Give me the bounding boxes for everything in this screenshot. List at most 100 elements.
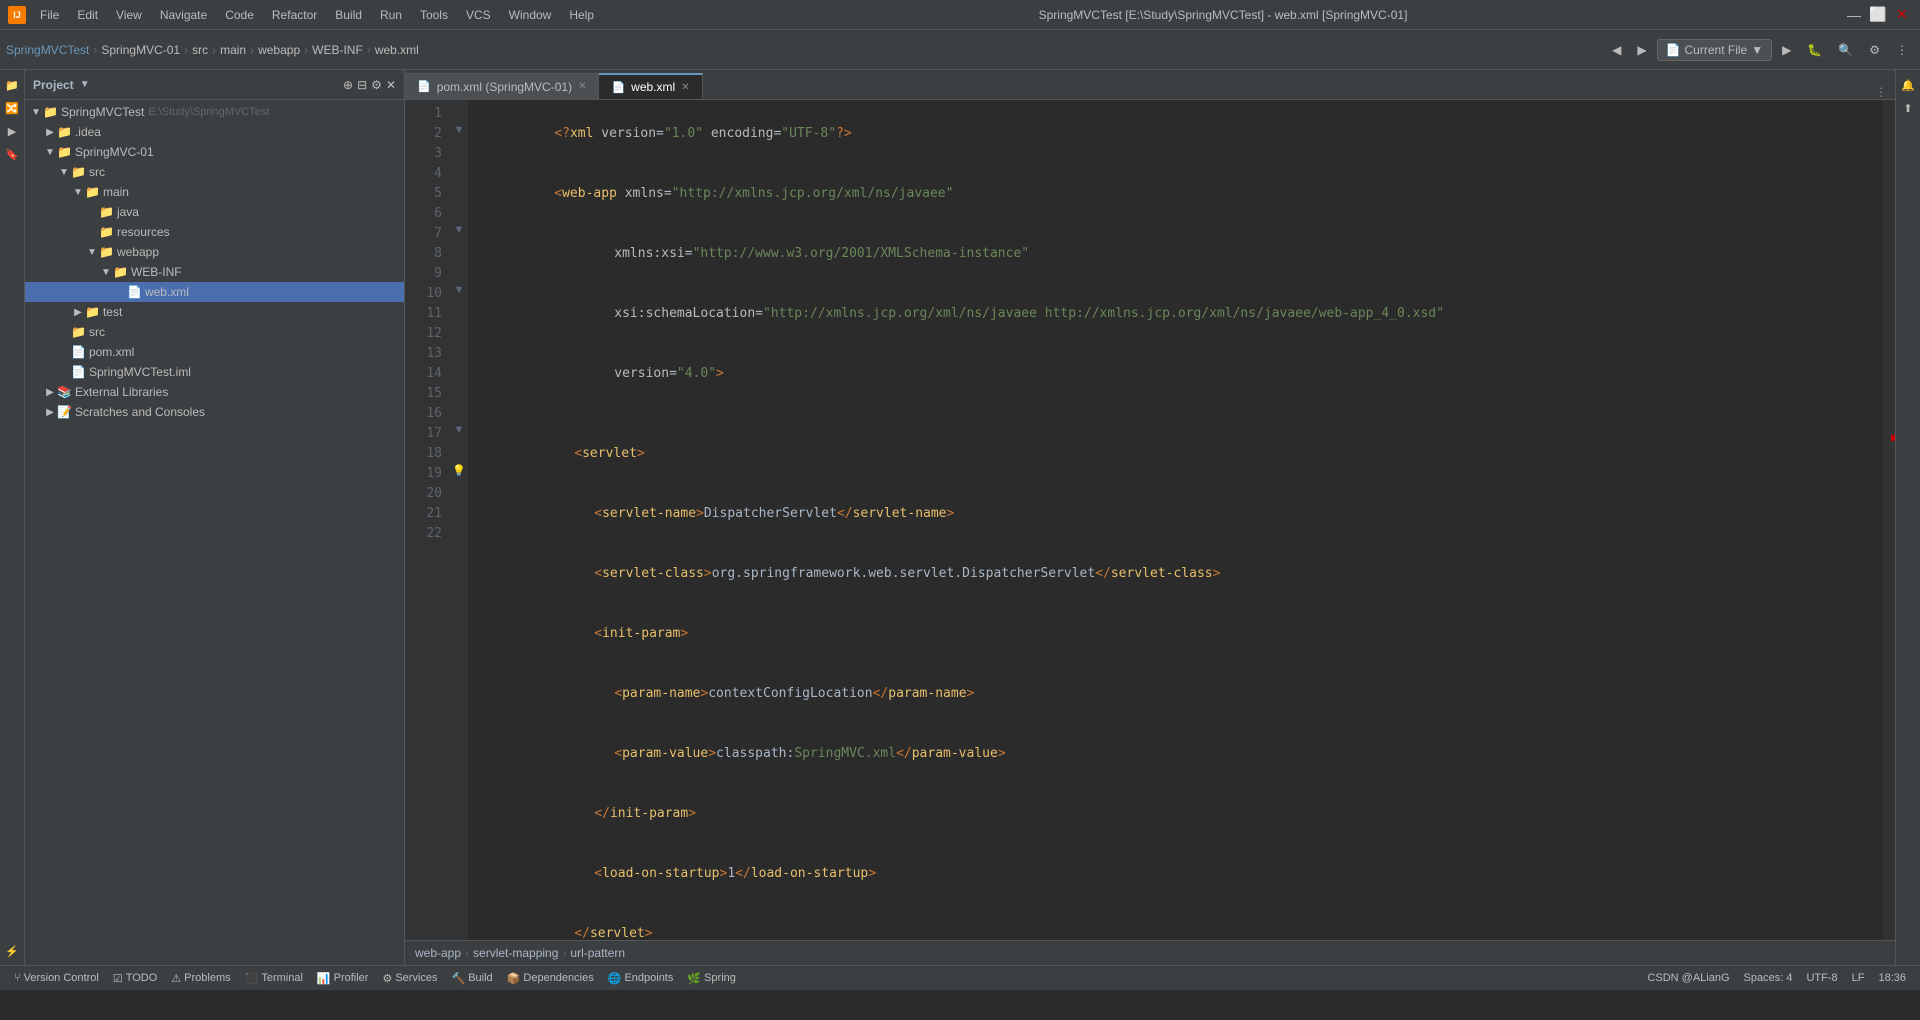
activity-run-icon[interactable]: ▶ — [2, 121, 22, 141]
tree-item-resources[interactable]: 📁 resources — [25, 222, 404, 242]
menu-view[interactable]: View — [108, 6, 150, 24]
menu-edit[interactable]: Edit — [69, 6, 106, 24]
status-profiler[interactable]: 📊 Profiler — [311, 966, 375, 990]
menu-refactor[interactable]: Refactor — [264, 6, 325, 24]
time-label: 18:36 — [1878, 972, 1906, 984]
current-file-chevron-icon: ▼ — [1751, 43, 1763, 57]
status-terminal[interactable]: ⬛ Terminal — [239, 966, 309, 990]
maximize-button[interactable]: ⬜ — [1868, 5, 1888, 25]
editor-content[interactable]: 1 2 3 4 5 6 7 8 9 10 11 12 13 14 15 16 1… — [405, 100, 1895, 940]
tab-more-icon[interactable]: ⋮ — [1875, 85, 1887, 99]
status-problems[interactable]: ⚠ Problems — [165, 966, 236, 990]
tree-item-pomxml[interactable]: 📄 pom.xml — [25, 342, 404, 362]
status-spaces[interactable]: Spaces: 4 — [1738, 966, 1799, 990]
breadcrumb-project[interactable]: SpringMVCTest — [6, 43, 89, 57]
status-time[interactable]: 18:36 — [1872, 966, 1912, 990]
project-settings-icon[interactable]: ⚙ — [371, 78, 382, 92]
tree-item-src[interactable]: ▼ 📁 src — [25, 162, 404, 182]
fold-icon-line10[interactable]: ▼ — [454, 284, 465, 296]
status-line-ending[interactable]: LF — [1846, 966, 1871, 990]
more-button[interactable]: ⋮ — [1890, 41, 1914, 59]
breadcrumb-webapp[interactable]: webapp — [258, 43, 300, 57]
breadcrumb-servlet-mapping[interactable]: servlet-mapping — [473, 946, 558, 960]
status-services[interactable]: ⚙ Services — [376, 966, 443, 990]
window-controls: — ⬜ ✕ — [1844, 5, 1912, 25]
menu-navigate[interactable]: Navigate — [152, 6, 215, 24]
menu-code[interactable]: Code — [217, 6, 262, 24]
breadcrumb-webap[interactable]: web-app — [415, 946, 461, 960]
back-button[interactable]: ◀ — [1606, 41, 1627, 59]
build-icon: 🔨 — [452, 972, 466, 985]
run-button[interactable]: ▶ — [1776, 41, 1797, 59]
menu-tools[interactable]: Tools — [412, 6, 456, 24]
tree-item-webxml[interactable]: 📄 web.xml — [25, 282, 404, 302]
menu-file[interactable]: File — [32, 6, 67, 24]
status-encoding[interactable]: UTF-8 — [1800, 966, 1843, 990]
status-dependencies[interactable]: 📦 Dependencies — [501, 966, 600, 990]
tab-pomxml-close[interactable]: ✕ — [578, 81, 586, 92]
fold-icon-line2[interactable]: ▼ — [454, 124, 465, 136]
right-git-icon[interactable]: ⬆ — [1898, 98, 1918, 118]
debug-button[interactable]: 🐛 — [1801, 41, 1828, 59]
locate-file-icon[interactable]: ⊕ — [343, 78, 353, 92]
tree-item-module[interactable]: ▼ 📁 SpringMVC-01 — [25, 142, 404, 162]
menu-run[interactable]: Run — [372, 6, 410, 24]
tree-item-iml[interactable]: 📄 SpringMVCTest.iml — [25, 362, 404, 382]
activity-project-icon[interactable]: 📁 — [2, 75, 22, 95]
tree-arrow-test: ▶ — [71, 307, 85, 318]
tree-item-ext-libs[interactable]: ▶ 📚 External Libraries — [25, 382, 404, 402]
fold-icon-line7[interactable]: ▼ — [454, 224, 465, 236]
tree-item-root[interactable]: ▼ 📁 SpringMVCTest E:\Study\SpringMVCTest — [25, 102, 404, 122]
tab-webxml-close[interactable]: ✕ — [681, 82, 689, 93]
settings-button[interactable]: ⚙ — [1863, 41, 1886, 59]
menu-help[interactable]: Help — [561, 6, 602, 24]
tree-item-src2[interactable]: 📁 src — [25, 322, 404, 342]
minimize-button[interactable]: — — [1844, 5, 1864, 25]
project-dropdown-icon[interactable]: ▼ — [80, 79, 90, 90]
toolbar: SpringMVCTest › SpringMVC-01 › src › mai… — [0, 30, 1920, 70]
status-spring[interactable]: 🌿 Spring — [681, 966, 742, 990]
breadcrumb-src[interactable]: src — [192, 43, 208, 57]
fold-icon-line17[interactable]: ▼ — [454, 424, 465, 436]
status-endpoints[interactable]: 🌐 Endpoints — [602, 966, 680, 990]
problems-icon: ⚠ — [171, 972, 181, 985]
breadcrumb-url-pattern[interactable]: url-pattern — [570, 946, 625, 960]
code-line-6 — [476, 404, 1875, 424]
titlebar-left: IJ File Edit View Navigate Code Refactor… — [8, 6, 602, 24]
tree-item-idea[interactable]: ▶ 📁 .idea — [25, 122, 404, 142]
project-close-icon[interactable]: ✕ — [386, 78, 396, 92]
tree-item-webapp[interactable]: ▼ 📁 webapp — [25, 242, 404, 262]
build-label: Build — [468, 972, 492, 984]
menu-build[interactable]: Build — [327, 6, 370, 24]
tree-arrow-ext-libs: ▶ — [43, 387, 57, 398]
endpoints-icon: 🌐 — [608, 972, 622, 985]
status-build[interactable]: 🔨 Build — [446, 966, 499, 990]
window-title: SpringMVCTest [E:\Study\SpringMVCTest] -… — [1039, 8, 1408, 22]
tree-item-java[interactable]: 📁 java — [25, 202, 404, 222]
forward-button[interactable]: ▶ — [1631, 41, 1652, 59]
activity-vcs-icon[interactable]: 🔀 — [2, 98, 22, 118]
menu-vcs[interactable]: VCS — [458, 6, 499, 24]
tree-item-test[interactable]: ▶ 📁 test — [25, 302, 404, 322]
right-notifications-icon[interactable]: 🔔 — [1898, 75, 1918, 95]
breadcrumb-webxml[interactable]: web.xml — [375, 43, 419, 57]
close-button[interactable]: ✕ — [1892, 5, 1912, 25]
activity-structure-icon[interactable]: ⚡ — [2, 941, 22, 961]
tab-webxml[interactable]: 📄 web.xml ✕ — [599, 73, 702, 99]
tab-pomxml[interactable]: 📄 pom.xml (SpringMVC-01) ✕ — [405, 73, 599, 99]
status-username[interactable]: CSDN @ALianG — [1641, 966, 1735, 990]
status-todo[interactable]: ☑ TODO — [107, 966, 163, 990]
tree-item-main[interactable]: ▼ 📁 main — [25, 182, 404, 202]
current-file-dropdown[interactable]: 📄 Current File ▼ — [1657, 39, 1773, 61]
status-version-control[interactable]: ⑂ Version Control — [8, 966, 105, 990]
tree-item-scratches[interactable]: ▶ 📝 Scratches and Consoles — [25, 402, 404, 422]
collapse-all-icon[interactable]: ⊟ — [357, 78, 367, 92]
activity-bookmark-icon[interactable]: 🔖 — [2, 144, 22, 164]
code-editor[interactable]: <?xml version="1.0" encoding="UTF-8"?> <… — [468, 100, 1883, 940]
breadcrumb-webinf[interactable]: WEB-INF — [312, 43, 363, 57]
tree-item-webinf[interactable]: ▼ 📁 WEB-INF — [25, 262, 404, 282]
menu-window[interactable]: Window — [501, 6, 560, 24]
breadcrumb-main[interactable]: main — [220, 43, 246, 57]
search-button[interactable]: 🔍 — [1832, 41, 1859, 59]
breadcrumb-module[interactable]: SpringMVC-01 — [101, 43, 180, 57]
